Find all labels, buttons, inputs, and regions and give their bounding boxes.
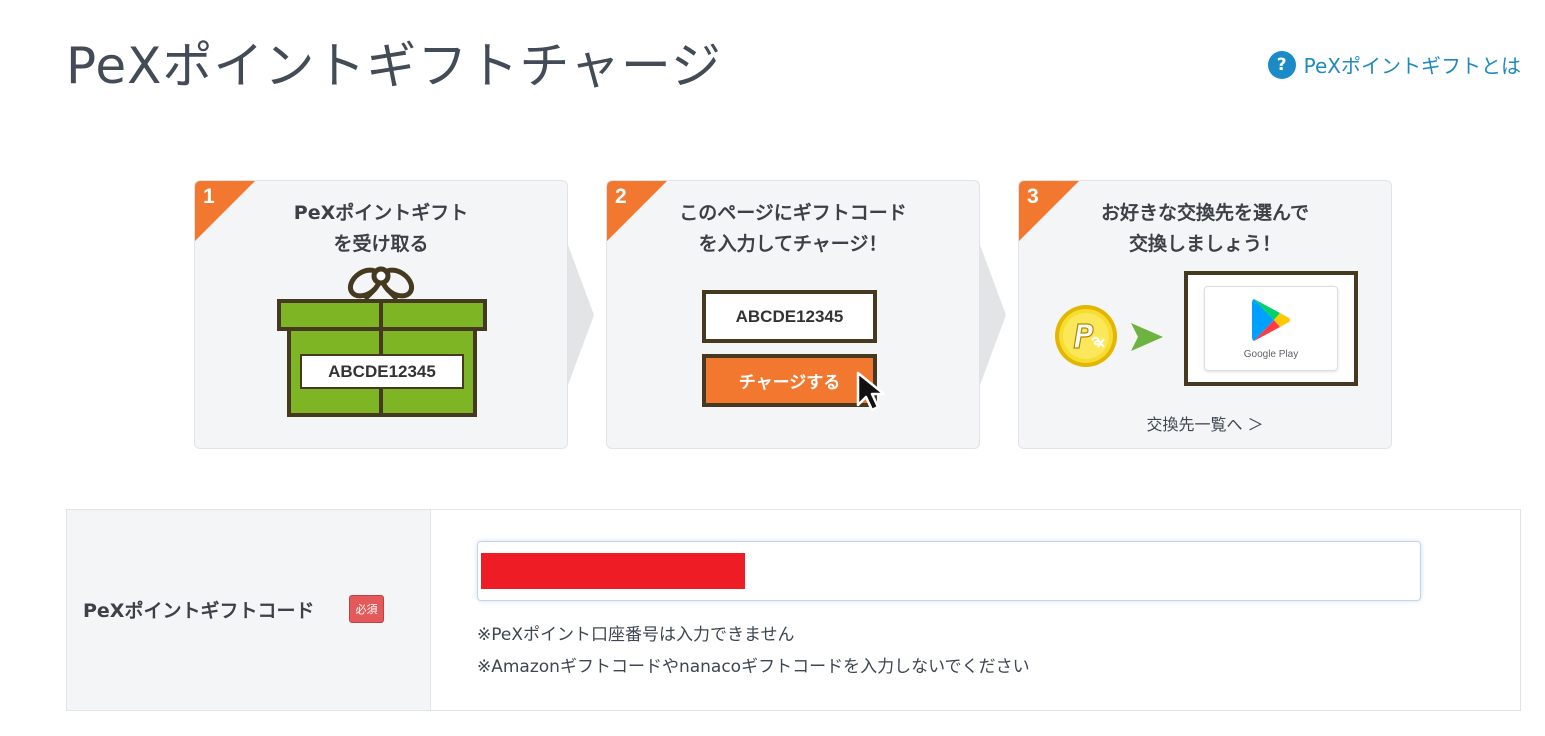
google-play-icon xyxy=(1252,299,1290,341)
google-play-frame: Google Play xyxy=(1184,271,1358,386)
step-title-line: を入力してチャージ！ xyxy=(698,233,888,255)
page-title: PeXポイントギフトチャージ xyxy=(66,37,722,95)
arrow-right-icon xyxy=(1131,323,1163,351)
mouse-cursor-icon xyxy=(856,371,886,412)
step-title-line: PeXポイントギフト xyxy=(293,202,469,224)
required-badge: 必須 xyxy=(349,595,384,623)
gift-code-form: PeXポイントギフトコード 必須 ※PeXポイント口座番号は入力できません ※A… xyxy=(66,509,1521,711)
help-link-label: PeXポイントギフトとは xyxy=(1303,54,1521,78)
step-title: このページにギフトコード を入力してチャージ！ xyxy=(607,198,979,260)
step-title-line: 交換しましょう！ xyxy=(1128,233,1281,255)
help-link[interactable]: ? PeXポイントギフトとは xyxy=(1267,50,1521,79)
step-title-line: を受け取る xyxy=(333,233,429,255)
step-title-line: お好きな交換先を選んで xyxy=(1100,202,1310,224)
step-arrow-icon xyxy=(980,245,1006,385)
form-note: ※Amazonギフトコードやnanacoギフトコードを入力しないでください xyxy=(477,657,1030,677)
step-title: PeXポイントギフト を受け取る xyxy=(195,198,567,260)
redaction-block xyxy=(481,553,745,589)
step-card-1: 1 PeXポイントギフト を受け取る ABCDE12345 xyxy=(194,180,568,449)
question-icon: ? xyxy=(1267,50,1296,79)
google-play-card: Google Play xyxy=(1204,286,1338,371)
form-label-cell: PeXポイントギフトコード 必須 xyxy=(67,510,431,710)
pex-coin-logo xyxy=(1055,305,1117,367)
step-title: お好きな交換先を選んで 交換しましょう！ xyxy=(1019,198,1391,260)
exchange-list-link[interactable]: 交換先一覧へ ＞ xyxy=(1019,411,1391,435)
form-note: ※PeXポイント口座番号は入力できません xyxy=(477,625,795,645)
step-title-line: このページにギフトコード xyxy=(679,202,907,224)
step-arrow-icon xyxy=(568,245,594,385)
gift-code-label: PeXポイントギフトコード xyxy=(83,600,315,622)
demo-charge-button: チャージする xyxy=(702,354,877,407)
step-card-3: 3 お好きな交換先を選んで 交換しましょう！ Google Play 交換先一覧… xyxy=(1018,180,1392,449)
demo-code-input: ABCDE12345 xyxy=(702,290,877,343)
step-card-2: 2 このページにギフトコード を入力してチャージ！ ABCDE12345 チャー… xyxy=(606,180,980,449)
gift-box-icon xyxy=(277,266,487,417)
gift-code-sample: ABCDE12345 xyxy=(300,354,464,389)
google-play-label: Google Play xyxy=(1243,349,1299,360)
